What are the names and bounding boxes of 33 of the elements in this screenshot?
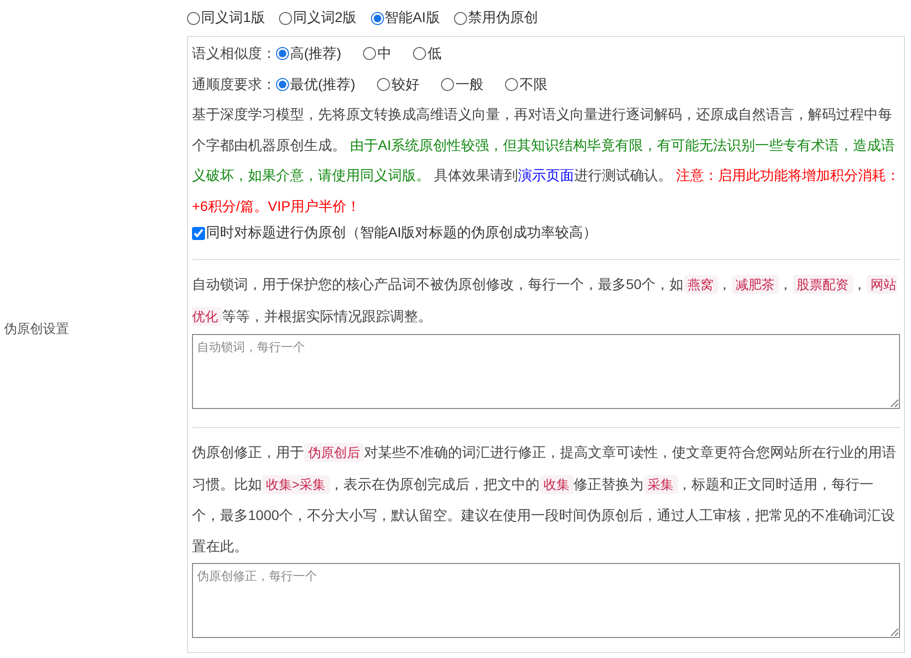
option-label[interactable]: 不限 [519,76,548,94]
option-group-label: 通顺度要求： [192,76,276,94]
option-label[interactable]: 最优(推荐) [290,76,356,94]
description-text: 基于深度学习模型，先将原文转换成高维语义向量，再对语义向量进行逐词解码，还原成自然语言，解码过程中每个字都由机器原创生成。 由于AI系统原创性较强，但其知识结构毕竟有限，有可能无法识别一些专有术语，造成语义破坏，如果介意，请使用同义词版。 具体效果请到演示页面进行测试确认。 注意：启用此功能将增加积分消耗：+6积分/篇。VIP用户半价！ [192,105,900,216]
option-label[interactable]: 中 [377,44,392,62]
radio-button[interactable] [276,78,289,91]
option-label[interactable]: 高(推荐) [290,44,342,62]
lock-words-field[interactable]: 自动锁词，每行一个 [192,334,900,409]
option-label[interactable]: 智能AI版 [384,9,440,27]
option-label[interactable]: 低 [427,44,442,62]
option-label[interactable]: 同义词1版 [201,9,265,27]
radio-button[interactable] [370,12,384,24]
option-label[interactable]: 禁用伪原创 [468,9,538,27]
checkbox-label[interactable]: 同时对标题进行伪原创（智能AI版对标题的伪原创成功率较高） [206,224,598,242]
lock-words-text: 自动锁词，用于保护您的核心产品词不被伪原创修改，每行一个，最多50个，如 燕窝 ， 减肥茶 ， 股票配资 ， 网站优化 等等，并根据实际情况跟踪调整。 [192,274,898,328]
section-label: 伪原创设置 [4,320,69,338]
radio-button[interactable] [454,12,467,24]
option-label[interactable]: 较好 [391,76,420,94]
option-group-label: 语义相似度： [192,44,276,62]
radio-button[interactable] [505,78,518,91]
radio-button[interactable] [278,12,292,24]
radio-button[interactable] [363,47,376,60]
radio-button[interactable] [377,78,390,91]
radio-button[interactable] [187,12,200,24]
radio-button[interactable] [276,47,289,60]
checkbox[interactable] [192,226,205,240]
radio-button[interactable] [413,47,426,60]
demo-link[interactable]: 演示页面 [518,167,574,183]
option-label[interactable]: 一般 [455,76,484,94]
option-label[interactable]: 同义词2版 [292,9,357,27]
corrections-text: 伪原创修正，用于 伪原创后 对某些不准确的词汇进行修正，提高文章可读性，使文章更符合您网站所在行业的用语习惯。比如 收集>采集 ，表示在伪原创完成后，把文中的 收集 修正替换为 采集 ，标题和正文同时适用，每行一个，最多1000个，不分大小写，默认留空。建议在使用一段时间伪原创后，通过人工审核，把常见的不准确词汇设置在此。 [192,442,897,556]
corrections-field[interactable]: 伪原创修正，每行一个 [192,563,900,638]
radio-button[interactable] [441,78,454,91]
